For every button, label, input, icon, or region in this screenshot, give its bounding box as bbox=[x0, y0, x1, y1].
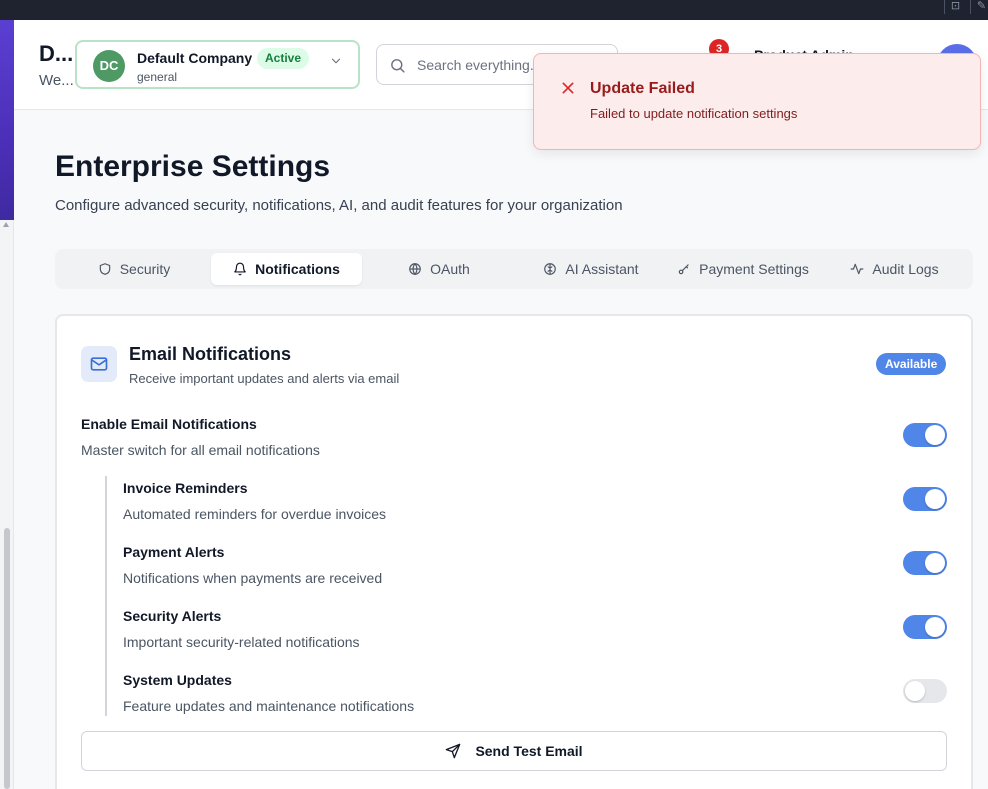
company-switcher[interactable]: DC Default Company Active general bbox=[75, 40, 360, 89]
toggle-knob bbox=[905, 681, 925, 701]
window-snap-icon[interactable]: ⊡ bbox=[944, 0, 966, 14]
master-switch-desc: Master switch for all email notification… bbox=[81, 442, 320, 458]
settings-tabs: Security Notifications OAuth AI Assistan… bbox=[55, 249, 973, 289]
company-name: Default Company bbox=[137, 50, 253, 66]
payment-alerts-toggle[interactable] bbox=[903, 551, 947, 575]
close-x-icon[interactable] bbox=[560, 80, 576, 96]
tab-label: AI Assistant bbox=[565, 261, 639, 277]
mail-icon-box bbox=[81, 346, 117, 382]
payment-alerts-desc: Notifications when payments are received bbox=[123, 570, 383, 586]
key-icon bbox=[678, 264, 689, 275]
invoice-reminders-desc: Automated reminders for overdue invoices bbox=[123, 506, 387, 522]
master-email-toggle[interactable] bbox=[903, 423, 947, 447]
sidebar-accent bbox=[0, 20, 14, 220]
toast-title: Update Failed bbox=[590, 80, 695, 97]
company-avatar: DC bbox=[93, 50, 125, 82]
tab-label: OAuth bbox=[430, 261, 470, 277]
email-notifications-card: Email Notifications Receive important up… bbox=[55, 314, 973, 789]
system-updates-desc: Feature updates and maintenance notifica… bbox=[123, 698, 415, 714]
error-toast: Update Failed Failed to update notificat… bbox=[533, 53, 981, 150]
tab-label: Notifications bbox=[255, 261, 340, 277]
brand-title: D... bbox=[39, 41, 74, 66]
scrollbar-thumb[interactable] bbox=[4, 528, 10, 789]
card-subtitle: Receive important updates and alerts via… bbox=[129, 371, 400, 386]
toggle-knob bbox=[925, 489, 945, 509]
send-test-email-button[interactable]: Send Test Email bbox=[81, 731, 947, 771]
tab-label: Security bbox=[119, 261, 171, 277]
tab-audit-logs[interactable]: Audit Logs bbox=[820, 253, 969, 285]
security-alerts-label: Security Alerts bbox=[123, 608, 222, 624]
chevron-down-icon bbox=[331, 58, 341, 64]
company-sub: general bbox=[137, 70, 178, 84]
tab-label: Audit Logs bbox=[872, 261, 939, 277]
activity-icon bbox=[850, 263, 864, 275]
bell-icon bbox=[234, 262, 246, 276]
invoice-reminders-toggle[interactable] bbox=[903, 487, 947, 511]
toggle-knob bbox=[925, 617, 945, 637]
brand-subtitle: We... bbox=[39, 72, 74, 89]
shield-icon bbox=[99, 263, 110, 275]
system-updates-toggle[interactable] bbox=[903, 679, 947, 703]
tab-security[interactable]: Security bbox=[59, 253, 209, 285]
brain-icon bbox=[544, 263, 557, 275]
tab-oauth[interactable]: OAuth bbox=[364, 253, 514, 285]
toggle-knob bbox=[925, 553, 945, 573]
toggle-knob bbox=[925, 425, 945, 445]
window-edit-icon[interactable]: ✎ bbox=[970, 0, 988, 14]
left-rail bbox=[0, 20, 14, 789]
tab-notifications[interactable]: Notifications bbox=[211, 253, 362, 285]
system-updates-label: System Updates bbox=[123, 672, 232, 688]
payment-alerts-label: Payment Alerts bbox=[123, 544, 225, 560]
security-alerts-desc: Important security-related notifications bbox=[123, 634, 360, 650]
available-badge: Available bbox=[876, 353, 947, 375]
scroll-up-arrow-icon[interactable] bbox=[3, 222, 9, 227]
tab-label: Payment Settings bbox=[699, 261, 809, 277]
tab-ai-assistant[interactable]: AI Assistant bbox=[516, 253, 666, 285]
page-subtitle: Configure advanced security, notificatio… bbox=[55, 197, 623, 214]
os-title-bar: ⊡ ✎ bbox=[0, 0, 988, 20]
search-icon bbox=[391, 59, 405, 73]
sub-settings-divider bbox=[105, 476, 107, 716]
card-title: Email Notifications bbox=[129, 344, 292, 364]
company-status-badge: Active bbox=[257, 48, 310, 69]
send-icon bbox=[446, 743, 461, 759]
send-test-email-label: Send Test Email bbox=[475, 743, 583, 759]
security-alerts-toggle[interactable] bbox=[903, 615, 947, 639]
invoice-reminders-label: Invoice Reminders bbox=[123, 480, 248, 496]
page-title: Enterprise Settings bbox=[55, 150, 331, 183]
globe-icon bbox=[409, 263, 421, 276]
master-switch-label: Enable Email Notifications bbox=[81, 416, 257, 432]
mail-icon bbox=[90, 357, 108, 371]
toast-message: Failed to update notification settings bbox=[590, 106, 798, 121]
tab-payment-settings[interactable]: Payment Settings bbox=[668, 253, 818, 285]
